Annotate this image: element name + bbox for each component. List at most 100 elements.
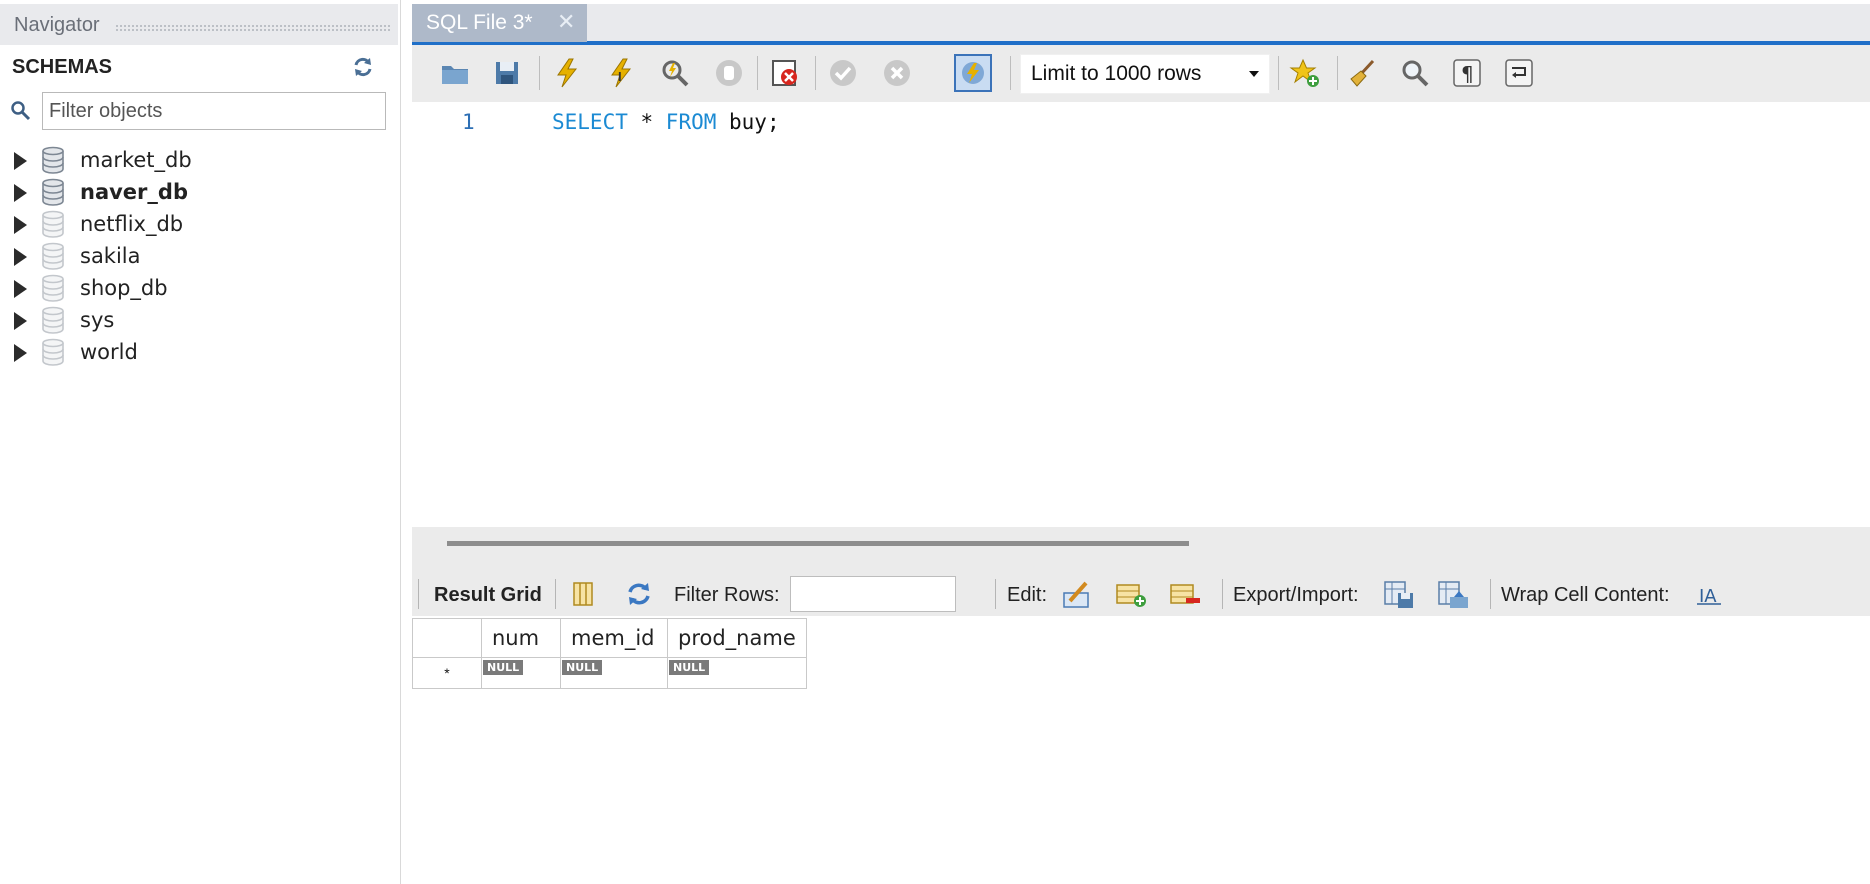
database-icon <box>41 146 65 174</box>
schema-item[interactable]: sys <box>0 304 398 336</box>
close-icon[interactable]: ✕ <box>557 9 575 35</box>
expand-arrow-icon[interactable] <box>14 248 27 266</box>
code-line[interactable]: SELECT * FROM buy; <box>552 110 780 134</box>
expand-arrow-icon[interactable] <box>14 280 27 298</box>
filter-objects-input[interactable] <box>42 92 386 130</box>
tab-sql-file[interactable]: SQL File 3* ✕ <box>412 4 587 42</box>
toolbar-separator <box>1490 579 1491 609</box>
toolbar-separator <box>1010 56 1011 90</box>
delete-row-icon[interactable] <box>1168 577 1202 611</box>
schema-name: world <box>80 340 138 364</box>
add-snippet-icon[interactable] <box>1286 54 1324 92</box>
database-icon <box>41 210 65 238</box>
edit-row-icon[interactable] <box>1060 577 1094 611</box>
execute-current-icon[interactable]: I <box>602 54 640 92</box>
schema-item[interactable]: market_db <box>0 144 398 176</box>
panel-drag-grip[interactable] <box>115 24 390 32</box>
sql-editor-toolbar: I Limit to 1000 rows ¶ <box>412 46 1870 102</box>
null-badge: NULL <box>669 660 710 675</box>
execute-icon[interactable] <box>548 54 586 92</box>
filter-rows-input[interactable] <box>790 576 956 612</box>
scrollbar-thumb[interactable] <box>447 541 1189 546</box>
search-icon <box>10 100 32 122</box>
navigator-title: Navigator <box>14 14 100 36</box>
grid-layout-icon[interactable] <box>566 577 600 611</box>
chevron-down-icon <box>1249 71 1259 77</box>
toolbar-separator <box>1278 56 1279 90</box>
schema-name: sakila <box>80 244 141 268</box>
stop-icon[interactable] <box>710 54 748 92</box>
schema-item[interactable]: shop_db <box>0 272 398 304</box>
autocommit-icon[interactable] <box>954 54 992 92</box>
navigator-header: Navigator <box>0 4 398 45</box>
invisible-chars-icon[interactable]: ¶ <box>1448 54 1486 92</box>
result-grid: num mem_id prod_name * NULL NULL NULL <box>412 616 1870 884</box>
wrap-cell-content-label: Wrap Cell Content: <box>1501 584 1670 606</box>
expand-arrow-icon[interactable] <box>14 312 27 330</box>
database-icon <box>41 338 65 366</box>
refresh-icon[interactable] <box>622 577 656 611</box>
grid-corner-cell <box>412 618 482 658</box>
navigator-panel: Navigator SCHEMAS market_db naver_dbnetfl… <box>0 0 401 884</box>
database-icon <box>41 178 65 206</box>
expand-arrow-icon[interactable] <box>14 344 27 362</box>
schema-name: naver_db <box>80 180 188 204</box>
schema-name: shop_db <box>80 276 168 300</box>
save-icon[interactable] <box>488 54 526 92</box>
sql-keyword: FROM <box>665 110 717 134</box>
toolbar-separator <box>555 579 556 609</box>
tab-label: SQL File 3* <box>426 11 533 34</box>
refresh-icon[interactable] <box>350 54 376 80</box>
schema-name: market_db <box>80 148 192 172</box>
toolbar-separator <box>815 56 816 90</box>
import-icon[interactable] <box>1436 577 1470 611</box>
grid-cell[interactable]: NULL <box>667 657 807 689</box>
wrap-lines-icon[interactable] <box>1500 54 1538 92</box>
new-row-marker: * <box>412 657 482 689</box>
grid-cell[interactable]: NULL <box>560 657 668 689</box>
result-table: num mem_id prod_name * NULL NULL NULL <box>412 618 807 689</box>
schema-name: sys <box>80 308 115 332</box>
schema-name: netflix_db <box>80 212 184 236</box>
column-header-prod-name[interactable]: prod_name <box>667 618 807 658</box>
toggle-error-icon[interactable] <box>766 54 804 92</box>
toolbar-separator <box>757 56 758 90</box>
grid-cell[interactable]: NULL <box>481 657 561 689</box>
schemas-label: SCHEMAS <box>12 56 113 78</box>
column-header-mem-id[interactable]: mem_id <box>560 618 668 658</box>
svg-text:¶: ¶ <box>1461 62 1474 86</box>
sql-keyword: SELECT <box>552 110 628 134</box>
sql-text: buy; <box>716 110 780 134</box>
result-grid-tab[interactable]: Result Grid <box>434 584 542 607</box>
limit-rows-select[interactable]: Limit to 1000 rows <box>1020 54 1270 94</box>
schema-item[interactable]: world <box>0 336 398 368</box>
database-icon <box>41 274 65 302</box>
edit-label: Edit: <box>1007 584 1048 606</box>
expand-arrow-icon[interactable] <box>14 216 27 234</box>
sql-editor[interactable]: 1 SELECT * FROM buy; <box>412 102 1870 527</box>
expand-arrow-icon[interactable] <box>14 184 27 202</box>
rollback-icon[interactable] <box>878 54 916 92</box>
explain-icon[interactable] <box>656 54 694 92</box>
null-badge: NULL <box>562 660 603 675</box>
sql-text: * <box>627 110 666 134</box>
schema-item[interactable]: sakila <box>0 240 398 272</box>
export-icon[interactable] <box>1382 577 1416 611</box>
toolbar-separator <box>995 579 996 609</box>
open-folder-icon[interactable] <box>436 54 474 92</box>
beautify-icon[interactable] <box>1344 54 1382 92</box>
database-icon <box>41 242 65 270</box>
table-row[interactable]: * NULL NULL NULL <box>412 657 807 689</box>
wrap-cell-icon[interactable]: IA <box>1692 577 1726 611</box>
column-header-num[interactable]: num <box>481 618 561 658</box>
schema-item[interactable]: netflix_db <box>0 208 398 240</box>
find-icon[interactable] <box>1396 54 1434 92</box>
expand-arrow-icon[interactable] <box>14 152 27 170</box>
export-import-label: Export/Import: <box>1233 584 1359 606</box>
commit-icon[interactable] <box>824 54 862 92</box>
result-toolbar: Result Grid Filter Rows: Edit: Export/Im… <box>412 572 1870 616</box>
toolbar-separator <box>539 56 540 90</box>
schema-item[interactable]: naver_db <box>0 176 398 208</box>
add-row-icon[interactable] <box>1114 577 1148 611</box>
editor-tab-bar <box>412 4 1870 46</box>
